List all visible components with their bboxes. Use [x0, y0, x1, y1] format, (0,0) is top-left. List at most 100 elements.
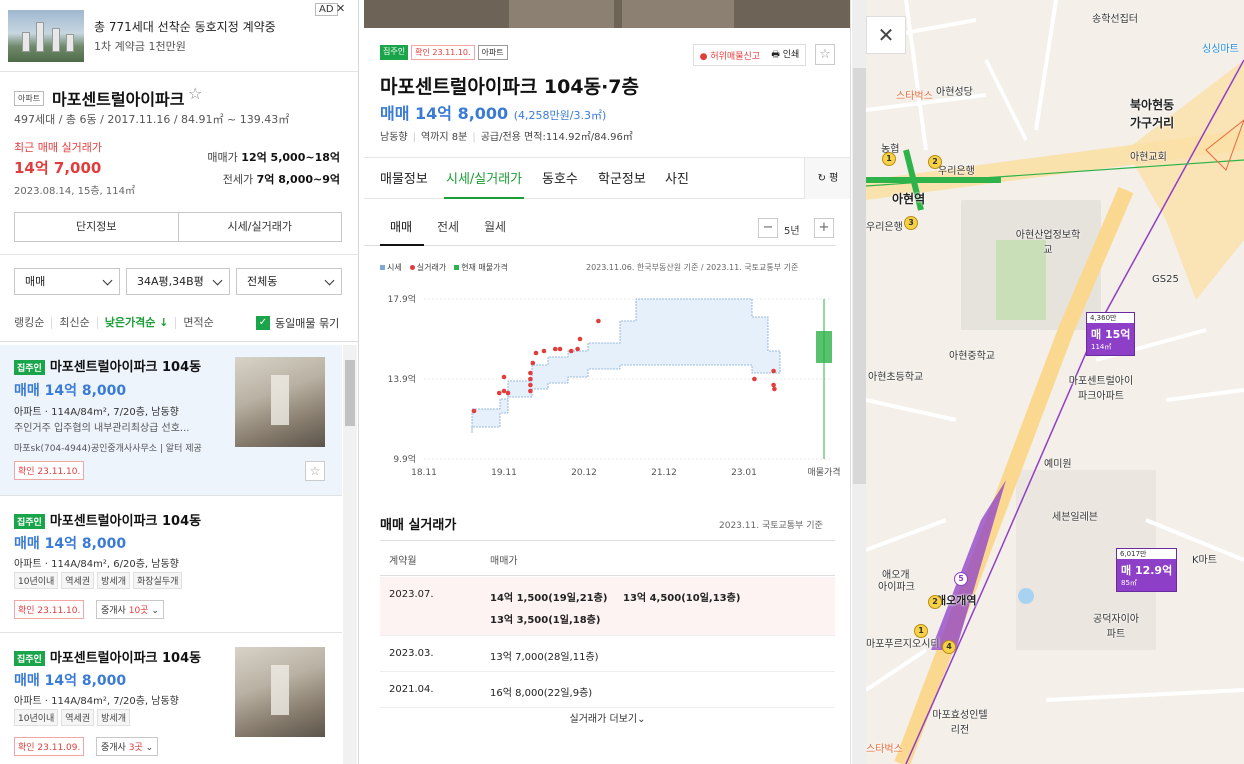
row-month: 2023.07. — [389, 589, 434, 600]
row-price: 13억 4,500(10일,13층) — [623, 593, 741, 604]
header-month: 계약월 — [389, 556, 417, 567]
legend-trades: 실거래가 — [409, 262, 446, 273]
period-minus-button[interactable]: − — [758, 218, 778, 238]
listing-price: 매매 14억 8,000 — [14, 673, 127, 689]
favorite-star-icon[interactable]: ☆ — [188, 84, 202, 103]
report-fake-button[interactable]: ● 허위매물신고 — [700, 49, 760, 62]
price-marker[interactable]: 6,017만 매 12.9억 85㎡ — [1116, 548, 1178, 592]
complex-info-button[interactable]: 단지정보 — [15, 213, 178, 241]
list-item[interactable]: 집주인 마포센트럴아이파크 104동 매매 14억 8,000 아파트 · 114… — [0, 345, 342, 496]
checkbox-checked-icon[interactable]: ✓ — [256, 316, 270, 330]
feature-chips: 10년이내 역세권 방세개 — [14, 709, 133, 726]
ad-thumbnail[interactable] — [8, 10, 84, 62]
sort-low-price[interactable]: 낮은가격순 ↓ — [105, 317, 177, 329]
ad-close-icon[interactable]: ✕ — [336, 2, 345, 15]
station-marker-icon[interactable]: 2 — [928, 595, 942, 609]
trade-point — [505, 390, 511, 396]
price-history-button[interactable]: 시세/실거래가 — [177, 213, 342, 241]
table-row: 2023.07. 14억 1,500(19일,21층) 13억 4,500(10… — [380, 577, 835, 636]
map[interactable]: ✕ 송학선집터 아현성당 북아현동 가구거리 스타벅스 농협 우리은행 아현교회… — [866, 0, 1244, 764]
table-header: 계약월 매매가 — [380, 540, 835, 576]
trade-point — [501, 388, 507, 394]
trade-point — [577, 336, 583, 342]
map-close-button[interactable]: ✕ — [866, 16, 906, 54]
station-marker-icon[interactable]: 2 — [928, 155, 942, 169]
listing-agent: 마포sk(704-4944)공인중개사사무소 | 알터 제공 — [14, 444, 202, 454]
scrollbar-thumb[interactable] — [345, 360, 355, 426]
print-button[interactable]: 🖶 인쇄 — [771, 47, 799, 63]
subtab-monthly[interactable]: 월세 — [484, 218, 506, 235]
subtab-sale[interactable]: 매매 — [390, 218, 412, 235]
ad-title[interactable]: 총 771세대 선착순 동호지정 계약중 — [94, 18, 276, 35]
trade-type-select[interactable]: 매매 — [14, 268, 120, 295]
favorite-star-icon[interactable]: ☆ — [305, 461, 325, 481]
recent-trade-price: 14억 7,000 — [14, 159, 102, 177]
map-label: 북아현동 — [1130, 98, 1175, 112]
photo-strip[interactable] — [364, 0, 850, 28]
dong-select[interactable]: 전체동 — [236, 268, 342, 295]
sort-ranking[interactable]: 랭킹순 — [14, 317, 53, 329]
direction: 남동향 — [380, 132, 408, 143]
divider — [0, 341, 358, 342]
ad-badge: AD — [315, 3, 338, 16]
report-label: 허위매물신고 — [710, 51, 761, 62]
feature-chips: 10년이내 역세권 방세개 화장실두개 — [14, 572, 185, 589]
y-tick-label: 17.9억 — [388, 293, 416, 305]
list-item[interactable]: 집주인 마포센트럴아이파크 104동 매매 14억 8,000 아파트 · 114… — [0, 633, 342, 764]
complex-name: 마포센트럴아이파크 — [52, 90, 185, 109]
row-price: 13억 3,500(1일,18층) — [490, 615, 601, 626]
same-listing-toggle[interactable]: ✓ 동일매물 묶기 — [256, 315, 339, 331]
tab-school[interactable]: 학군정보 — [598, 168, 646, 187]
owner-tag: 집주인 — [380, 45, 409, 60]
detail-title: 마포센트럴아이파크 104동·7층 — [380, 76, 639, 98]
header-price: 매매가 — [490, 556, 518, 567]
trade-point — [568, 348, 574, 354]
subtab-jeonse[interactable]: 전세 — [437, 218, 459, 235]
listing-photo[interactable] — [235, 357, 325, 447]
station-marker-icon[interactable]: 1 — [882, 152, 896, 166]
sale-range-label: 매매가 — [207, 151, 238, 164]
more-trades-button[interactable]: 실거래가 더보기⌄ — [380, 710, 835, 725]
station-marker-icon[interactable]: 5 — [954, 572, 968, 586]
confirm-date: 확인 23.11.10. — [14, 461, 85, 480]
sale-price-range: 매매가 12억 5,000~18억 — [207, 149, 340, 165]
marker-price-per: 4,360만 — [1087, 313, 1135, 324]
tab-price-history[interactable]: 시세/실거래가 — [446, 168, 522, 187]
report-print-group: ● 허위매물신고 🖶 인쇄 — [693, 44, 806, 66]
station-marker-icon[interactable]: 3 — [904, 216, 918, 230]
tab-unit-number[interactable]: 동호수 — [542, 168, 578, 187]
tab-photos[interactable]: 사진 — [665, 168, 689, 187]
confirm-tag: 확인 23.11.10. — [411, 45, 475, 60]
station-marker-icon[interactable]: 4 — [942, 640, 956, 654]
sort-area[interactable]: 면적순 — [183, 317, 220, 329]
map-label: 아현초등학교 — [868, 372, 924, 383]
list-item[interactable]: 집주인 마포센트럴아이파크 104동 매매 14억 8,000 아파트 · 114… — [0, 496, 342, 633]
tab-listing-info[interactable]: 매물정보 — [380, 168, 428, 187]
area-select[interactable]: 34A평,34B평 — [126, 268, 230, 295]
legend-market-label: 시세 — [387, 263, 402, 272]
period-plus-button[interactable]: + — [814, 218, 834, 238]
listing-photo[interactable] — [235, 647, 325, 737]
price-chart[interactable]: 17.9억 13.9억 9.9억 18.11 19.11 20.12 21.12 23.01 매… — [364, 285, 851, 480]
map-label: 아현산업정보학교 — [1015, 230, 1081, 256]
recent-trade-date: 2023.08.14, 15층, 114㎡ — [14, 186, 135, 197]
y-tick-label: 13.9억 — [388, 373, 416, 385]
table-row: 2023.03. 13억 7,000(28일,11층) — [380, 636, 835, 672]
broker-count-button[interactable]: 중개사 3곳 ⌄ — [96, 737, 159, 756]
list-scrollbar[interactable] — [343, 345, 357, 764]
map-label: 우리은행 — [866, 222, 903, 233]
marker-price: 매 12.9억 — [1121, 564, 1173, 577]
chart-legend: 시세 실거래가 현재 매물가격 — [380, 262, 508, 273]
detail-scrollbar-thumb[interactable] — [853, 68, 866, 484]
station-marker-icon[interactable]: 1 — [914, 624, 928, 638]
sort-latest[interactable]: 최신순 — [59, 317, 98, 329]
unit-toggle-button[interactable]: ↻ 평 — [804, 158, 850, 199]
ad-banner[interactable]: 총 771세대 선착순 동호지정 계약중 1차 계약금 1천만원 AD ✕ — [0, 0, 358, 72]
broker-count-button[interactable]: 중개사 10곳 ⌄ — [96, 600, 164, 619]
legend-market: 시세 — [380, 262, 402, 273]
price-marker[interactable]: 4,360만 매 15억 114㎡ — [1086, 312, 1136, 356]
chip: 역세권 — [61, 572, 95, 589]
favorite-star-icon[interactable]: ☆ — [815, 44, 835, 65]
chip: 방세개 — [97, 572, 130, 589]
same-listing-label: 동일매물 묶기 — [275, 317, 340, 330]
